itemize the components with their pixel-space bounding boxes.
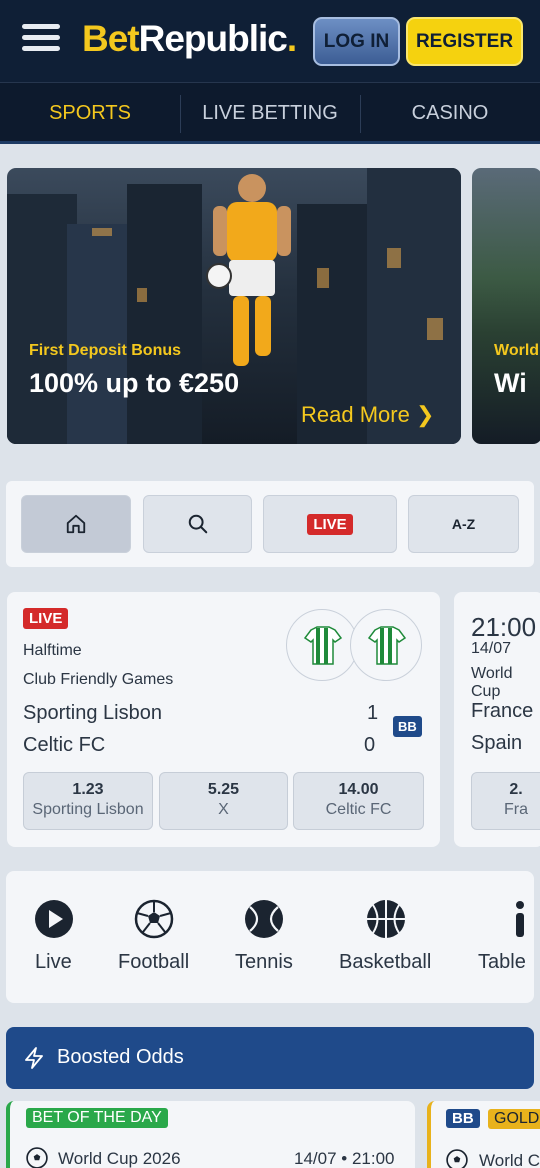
promo-banner-2[interactable]: World Wi (472, 168, 540, 444)
player-image (206, 174, 291, 366)
basketball-icon (367, 900, 405, 938)
nav-live-betting[interactable]: LIVE BETTING (180, 83, 360, 143)
register-button[interactable]: REGISTER (406, 17, 523, 66)
logo[interactable]: BetRepublic. (82, 18, 297, 60)
match-date: 14/07 (471, 640, 512, 657)
tab-home[interactable] (21, 495, 131, 553)
tab-live[interactable]: LIVE (263, 495, 397, 553)
competition-name: World Cup (471, 665, 513, 700)
lightning-icon (25, 1047, 43, 1069)
banner-subtitle: World (494, 342, 540, 359)
home-team: France (471, 700, 534, 722)
away-score: 0 (364, 734, 376, 756)
quick-tabs: LIVE A-Z (6, 481, 534, 567)
promo-banner[interactable]: First Deposit Bonus 100% up to €250 Read… (7, 168, 461, 444)
bet-builder-badge: BB (446, 1109, 480, 1128)
play-icon (35, 900, 73, 938)
login-button[interactable]: LOG IN (313, 17, 400, 66)
tab-a-z[interactable]: A-Z (408, 495, 519, 553)
main-nav: SPORTS LIVE BETTING CASINO (0, 82, 540, 144)
boosted-odds-header[interactable]: Boosted Odds (6, 1027, 534, 1089)
banner-title: 100% up to €250 (29, 368, 240, 398)
home-icon (66, 514, 86, 534)
banner-subtitle: First Deposit Bonus (29, 342, 182, 359)
nav-casino[interactable]: CASINO (360, 83, 540, 143)
competition-name: World C (479, 1151, 540, 1168)
away-team: Celtic FC (23, 734, 106, 756)
match-card[interactable]: 21:00 14/07 World Cup France Spain 2. Fra (454, 592, 540, 847)
read-more-link[interactable]: Read More ❯ (301, 402, 434, 428)
sport-live[interactable]: Live (6, 871, 102, 1003)
bet-builder-badge: BB (393, 716, 422, 737)
search-icon (188, 514, 207, 534)
match-status: Halftime (23, 642, 82, 659)
header: BetRepublic. LOG IN REGISTER (0, 0, 540, 82)
nav-sports[interactable]: SPORTS (0, 83, 180, 143)
live-badge: LIVE (23, 608, 69, 629)
odds-button-home[interactable]: 2. Fra (471, 772, 540, 830)
football-icon (446, 1149, 468, 1168)
banner-title: Wi (494, 368, 527, 398)
competition-name: World Cup 2026 (58, 1149, 181, 1168)
match-time: 21:00 (471, 612, 537, 642)
sport-basketball[interactable]: Basketball (322, 871, 452, 1003)
match-datetime: 14/07 • 21:00 (294, 1149, 395, 1168)
tennis-icon (245, 900, 283, 938)
gold-tag: GOLD (488, 1109, 540, 1129)
boosted-odds-label: Boosted Odds (57, 1046, 184, 1068)
tab-search[interactable] (143, 495, 252, 553)
odds-button-away[interactable]: 14.00 Celtic FC (293, 772, 424, 830)
sport-tennis[interactable]: Tennis (206, 871, 322, 1003)
away-team: Spain (471, 732, 523, 754)
sport-football[interactable]: Football (102, 871, 206, 1003)
gold-card[interactable]: BB GOLD World C (427, 1101, 540, 1168)
home-team: Sporting Lisbon (23, 702, 162, 724)
football-icon (26, 1147, 48, 1168)
home-jersey-icon (286, 609, 358, 681)
a-z-label: A-Z (451, 516, 476, 532)
home-score: 1 (367, 702, 379, 724)
match-card[interactable]: LIVE Halftime Club Friendly Games Sporti… (7, 592, 440, 847)
live-badge: LIVE (307, 513, 353, 535)
chevron-right-icon: ❯ (415, 402, 435, 427)
sports-menu: Live Football Tennis Basketball Table (6, 871, 534, 1003)
football-icon (134, 899, 174, 939)
bet-of-the-day-tag: BET OF THE DAY (26, 1108, 168, 1128)
odds-button-draw[interactable]: 5.25 X (159, 772, 288, 830)
away-jersey-icon (350, 609, 422, 681)
bet-of-the-day-card[interactable]: BET OF THE DAY World Cup 2026 14/07 • 21… (6, 1101, 415, 1168)
odds-button-home[interactable]: 1.23 Sporting Lisbon (23, 772, 153, 830)
table-tennis-icon (516, 901, 524, 937)
competition-name: Club Friendly Games (23, 671, 174, 688)
hamburger-menu-icon[interactable] (22, 24, 60, 56)
sport-table-tennis[interactable]: Table (452, 871, 534, 1003)
